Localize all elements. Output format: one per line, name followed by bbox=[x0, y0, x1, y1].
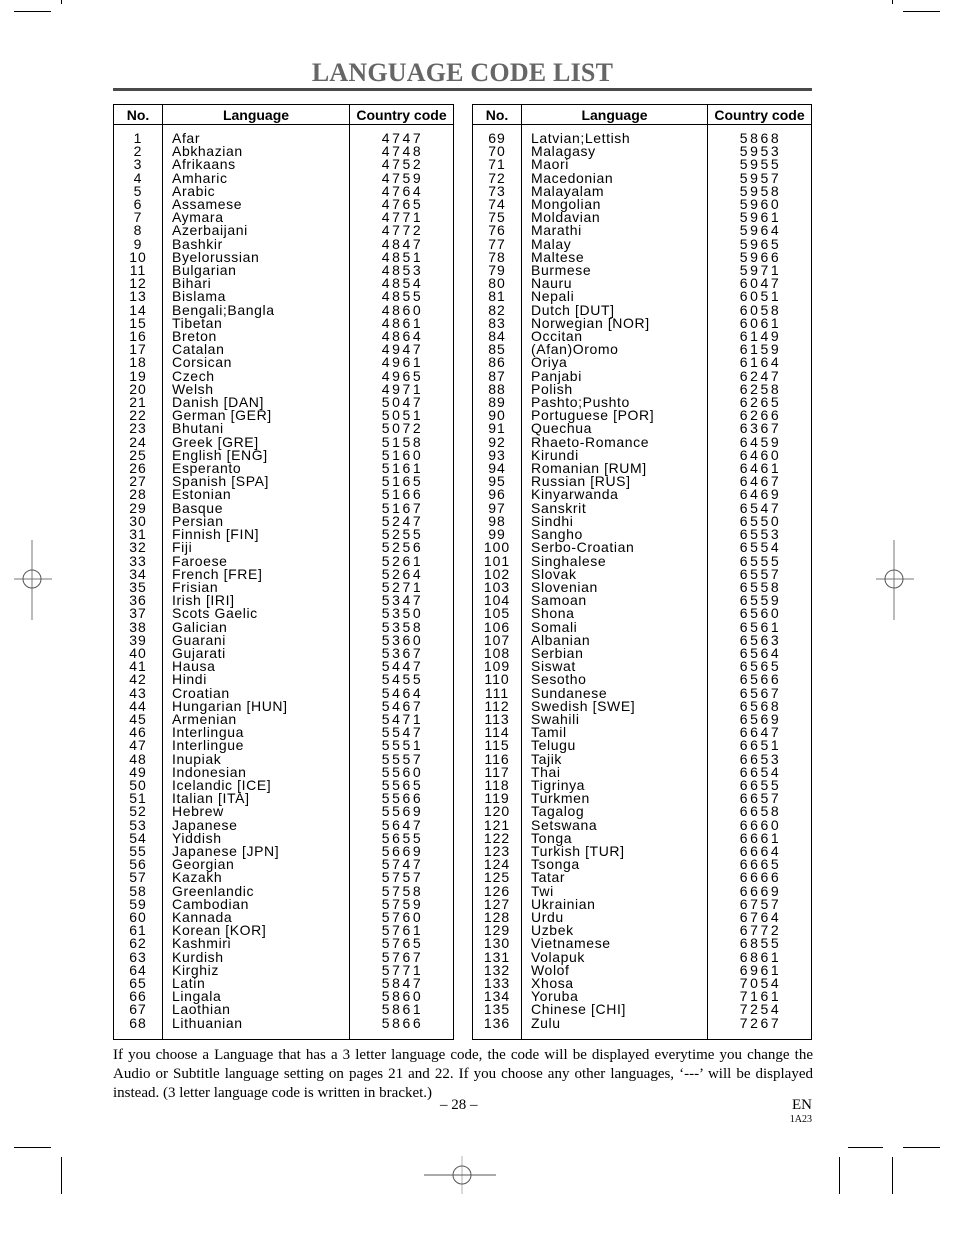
country-code: 5868 bbox=[707, 124, 812, 146]
registration-mark-icon bbox=[424, 1156, 496, 1194]
column-header-no: No. bbox=[113, 104, 163, 125]
language-name: Lithuanian bbox=[162, 1016, 350, 1040]
model-code-label: 1A23 bbox=[789, 1114, 812, 1125]
language-table-right: No. Language Country code 69 Latvian;Lett… bbox=[472, 104, 812, 1040]
crop-mark bbox=[848, 1147, 883, 1148]
language-name: Afar bbox=[162, 124, 350, 146]
column-header-language: Language bbox=[521, 104, 708, 125]
table-row: 68 Lithuanian 5866 bbox=[113, 1016, 454, 1040]
crop-mark bbox=[903, 11, 940, 12]
column-header-country-code: Country code bbox=[707, 104, 812, 125]
registration-mark-icon bbox=[14, 540, 52, 620]
country-code: 5866 bbox=[349, 1016, 454, 1040]
registration-mark-icon bbox=[876, 540, 914, 620]
row-number: 136 bbox=[472, 1016, 522, 1040]
row-number: 69 bbox=[472, 124, 522, 146]
column-header-country-code: Country code bbox=[349, 104, 454, 125]
column-header-no: No. bbox=[472, 104, 522, 125]
language-name: Latvian;Lettish bbox=[521, 124, 708, 146]
language-table-left: No. Language Country code 1 Afar 4747 2 Abkh… bbox=[113, 104, 454, 1040]
crop-mark bbox=[14, 1147, 51, 1148]
language-code-label: EN bbox=[792, 1097, 812, 1113]
row-number: 1 bbox=[113, 124, 163, 146]
table-row: 136 Zulu 7267 bbox=[472, 1016, 812, 1040]
crop-mark bbox=[61, 0, 62, 4]
crop-mark bbox=[892, 0, 893, 4]
table-row: 1 Afar 4747 bbox=[113, 124, 454, 146]
title-divider bbox=[113, 88, 812, 91]
language-name: Zulu bbox=[521, 1016, 708, 1040]
table-row: 69 Latvian;Lettish 5868 bbox=[472, 124, 812, 146]
crop-mark bbox=[61, 1157, 62, 1194]
crop-mark bbox=[839, 1157, 840, 1194]
country-code: 4747 bbox=[349, 124, 454, 146]
row-number: 68 bbox=[113, 1016, 163, 1040]
country-code: 7267 bbox=[707, 1016, 812, 1040]
crop-mark bbox=[903, 1147, 940, 1148]
page-title: LANGUAGE CODE LIST bbox=[311, 58, 614, 87]
column-header-language: Language bbox=[162, 104, 350, 125]
page-number: – 28 – bbox=[440, 1097, 478, 1113]
crop-mark bbox=[14, 11, 51, 12]
footnote: If you choose a Language that has a 3 le… bbox=[113, 1047, 813, 1101]
crop-mark bbox=[892, 1157, 893, 1194]
